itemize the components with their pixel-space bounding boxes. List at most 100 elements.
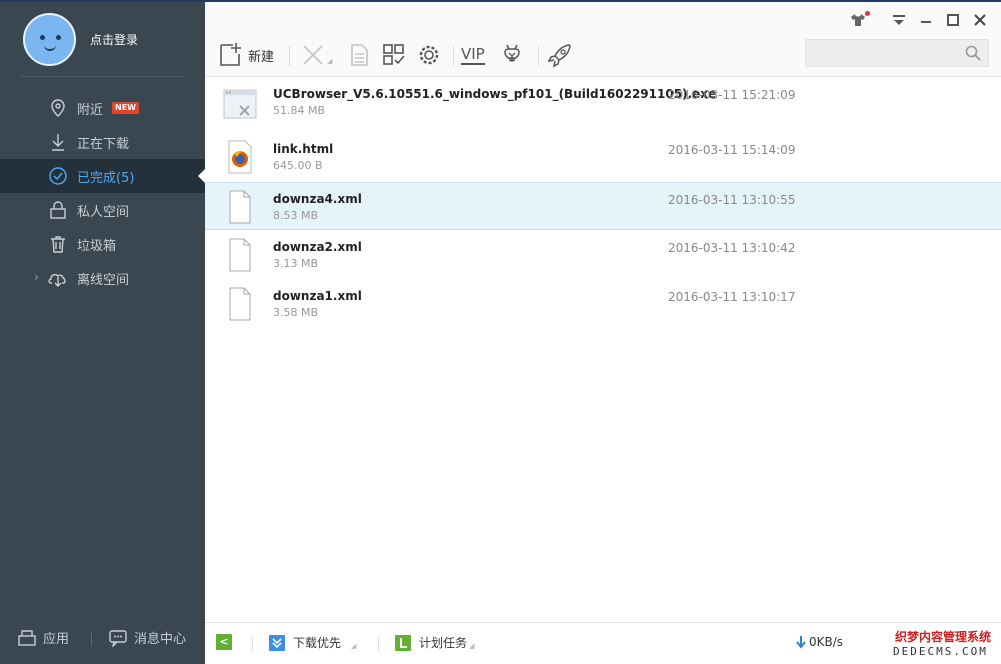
trash-icon: [48, 234, 68, 254]
new-task-label: 新建: [248, 49, 275, 65]
rocket-icon: [547, 44, 571, 68]
new-badge: NEW: [112, 102, 139, 114]
file-size: 51.84 MB: [273, 104, 326, 117]
vip-icon: VIP: [461, 45, 485, 65]
sidebar-item-label: 已完成(5): [77, 171, 135, 186]
sidebar-item-downloading[interactable]: 正在下载: [0, 125, 205, 159]
sidebar-item-trash[interactable]: 垃圾箱: [0, 227, 205, 261]
download-priority-button[interactable]: 下载优先 ◢: [269, 634, 356, 651]
status-bar: < 下载优先 ◢ 计划任务 ◢ 0KB/s 织梦内容管理系统 DEDECMS.C…: [205, 622, 1001, 664]
sidebar-item-offline-space[interactable]: › 离线空间: [0, 261, 205, 295]
watermark-line2: DEDECMS.COM: [893, 645, 988, 658]
close-icon: [974, 14, 986, 26]
new-file-plus-icon: [220, 43, 241, 66]
file-size: 645.00 B: [273, 159, 323, 172]
file-size: 3.58 MB: [273, 306, 319, 319]
exe-file-icon: [223, 89, 257, 119]
scheduled-task-button[interactable]: 计划任务 ◢: [395, 634, 474, 651]
table-row[interactable]: downza4.xml 8.53 MB 2016-03-11 13:10:55: [205, 182, 1001, 230]
file-date: 2016-03-11 15:21:09: [668, 88, 796, 102]
menu-down-icon: [893, 15, 905, 25]
sidebar-item-completed[interactable]: 已完成(5): [0, 159, 205, 193]
lock-icon: [48, 200, 68, 220]
properties-button[interactable]: [346, 42, 372, 68]
settings-button[interactable]: [416, 42, 442, 68]
file-date: 2016-03-11 13:10:17: [668, 290, 796, 304]
file-icon: [229, 287, 251, 321]
priority-chevron-icon: [269, 634, 285, 651]
dropdown-arrow-icon[interactable]: ◢: [351, 642, 356, 650]
apps-button[interactable]: 应用: [17, 628, 69, 647]
status-divider: [252, 637, 253, 651]
avatar[interactable]: [23, 13, 76, 66]
file-date: 2016-03-11 13:10:42: [668, 241, 796, 255]
collapse-sidebar-button[interactable]: <: [216, 634, 240, 650]
check-circle-icon: [48, 166, 68, 186]
new-task-button[interactable]: 新建: [217, 42, 274, 68]
sidebar-item-label: 垃圾箱: [77, 239, 117, 254]
gear-icon: [419, 45, 439, 65]
table-row[interactable]: downza2.xml 3.13 MB 2016-03-11 13:10:42: [205, 231, 1001, 279]
notification-dot: [865, 11, 870, 16]
download-priority-label: 下载优先: [293, 636, 342, 650]
close-button[interactable]: [972, 12, 988, 28]
watermark-logo: 织梦内容管理系统 DEDECMS.COM: [885, 626, 1001, 664]
apps-label: 应用: [43, 632, 70, 647]
toolbar-divider: [289, 46, 290, 66]
file-name: UCBrowser_V5.6.10551.6_windows_pf101_(Bu…: [273, 87, 717, 101]
location-pin-icon: [48, 98, 68, 118]
dropdown-arrow-icon[interactable]: ◢: [469, 642, 474, 650]
scheduled-task-label: 计划任务: [419, 636, 468, 650]
message-center-button[interactable]: 消息中心: [108, 628, 186, 647]
file-name: downza2.xml: [273, 240, 362, 254]
chevron-right-icon[interactable]: ›: [34, 270, 39, 284]
message-bubble-icon: [109, 629, 127, 647]
login-link[interactable]: 点击登录: [90, 31, 138, 48]
document-icon: [351, 44, 368, 66]
firefox-html-icon: [228, 140, 252, 174]
watermark-line1: 织梦内容管理系统: [895, 630, 992, 644]
table-row[interactable]: link.html 645.00 B 2016-03-11 15:14:09: [205, 133, 1001, 181]
message-center-label: 消息中心: [134, 632, 187, 647]
sidebar-item-label: 离线空间: [77, 273, 130, 288]
file-date: 2016-03-11 13:10:55: [668, 193, 796, 207]
file-name: downza4.xml: [273, 192, 362, 206]
toolbar-divider: [453, 46, 454, 66]
search-icon[interactable]: [964, 44, 982, 62]
sidebar-footer: 应用 消息中心: [0, 616, 205, 664]
sidebar-item-nearby[interactable]: 附近 NEW: [0, 91, 205, 125]
apps-icon: [18, 629, 36, 646]
table-row[interactable]: downza1.xml 3.58 MB 2016-03-11 13:10:17: [205, 280, 1001, 328]
skin-button[interactable]: [850, 12, 866, 28]
sidebar-item-label: 附近: [77, 103, 104, 118]
wallet-button[interactable]: [499, 42, 525, 68]
batch-button[interactable]: [381, 42, 407, 68]
search-input[interactable]: [812, 44, 960, 62]
sidebar-divider: [20, 76, 183, 77]
speed-value: 0KB/s: [809, 635, 844, 649]
file-icon: [229, 190, 251, 224]
file-size: 8.53 MB: [273, 209, 319, 222]
main-panel: 新建 ◢ VIP UCBrowser_V5.6.10551.6_windows_…: [205, 2, 1001, 664]
dropdown-arrow-icon[interactable]: ◢: [327, 57, 332, 65]
sidebar-item-private-space[interactable]: 私人空间: [0, 193, 205, 227]
maximize-button[interactable]: [945, 12, 961, 28]
speedup-button[interactable]: [547, 42, 573, 68]
toolbar-area: 新建 ◢ VIP: [205, 2, 1001, 77]
tshirt-icon: [851, 14, 865, 26]
menu-button[interactable]: [891, 12, 907, 28]
file-name: link.html: [273, 142, 334, 156]
money-bag-yen-icon: [504, 44, 520, 62]
file-name: downza1.xml: [273, 289, 362, 303]
sidebar: 点击登录 附近 NEW 正在下载 已完成(5) 私人空间 垃圾箱 › 离线空间 …: [0, 2, 205, 664]
minimize-icon: [921, 21, 931, 23]
vip-button[interactable]: VIP: [461, 42, 485, 68]
footer-divider: [91, 632, 92, 646]
maximize-icon: [947, 14, 959, 26]
minimize-button[interactable]: [918, 12, 934, 28]
table-row[interactable]: UCBrowser_V5.6.10551.6_windows_pf101_(Bu…: [205, 78, 1001, 126]
schedule-l-icon: [395, 634, 411, 651]
file-size: 3.13 MB: [273, 257, 319, 270]
sidebar-item-label: 正在下载: [77, 137, 130, 152]
delete-button[interactable]: ◢: [300, 42, 332, 68]
